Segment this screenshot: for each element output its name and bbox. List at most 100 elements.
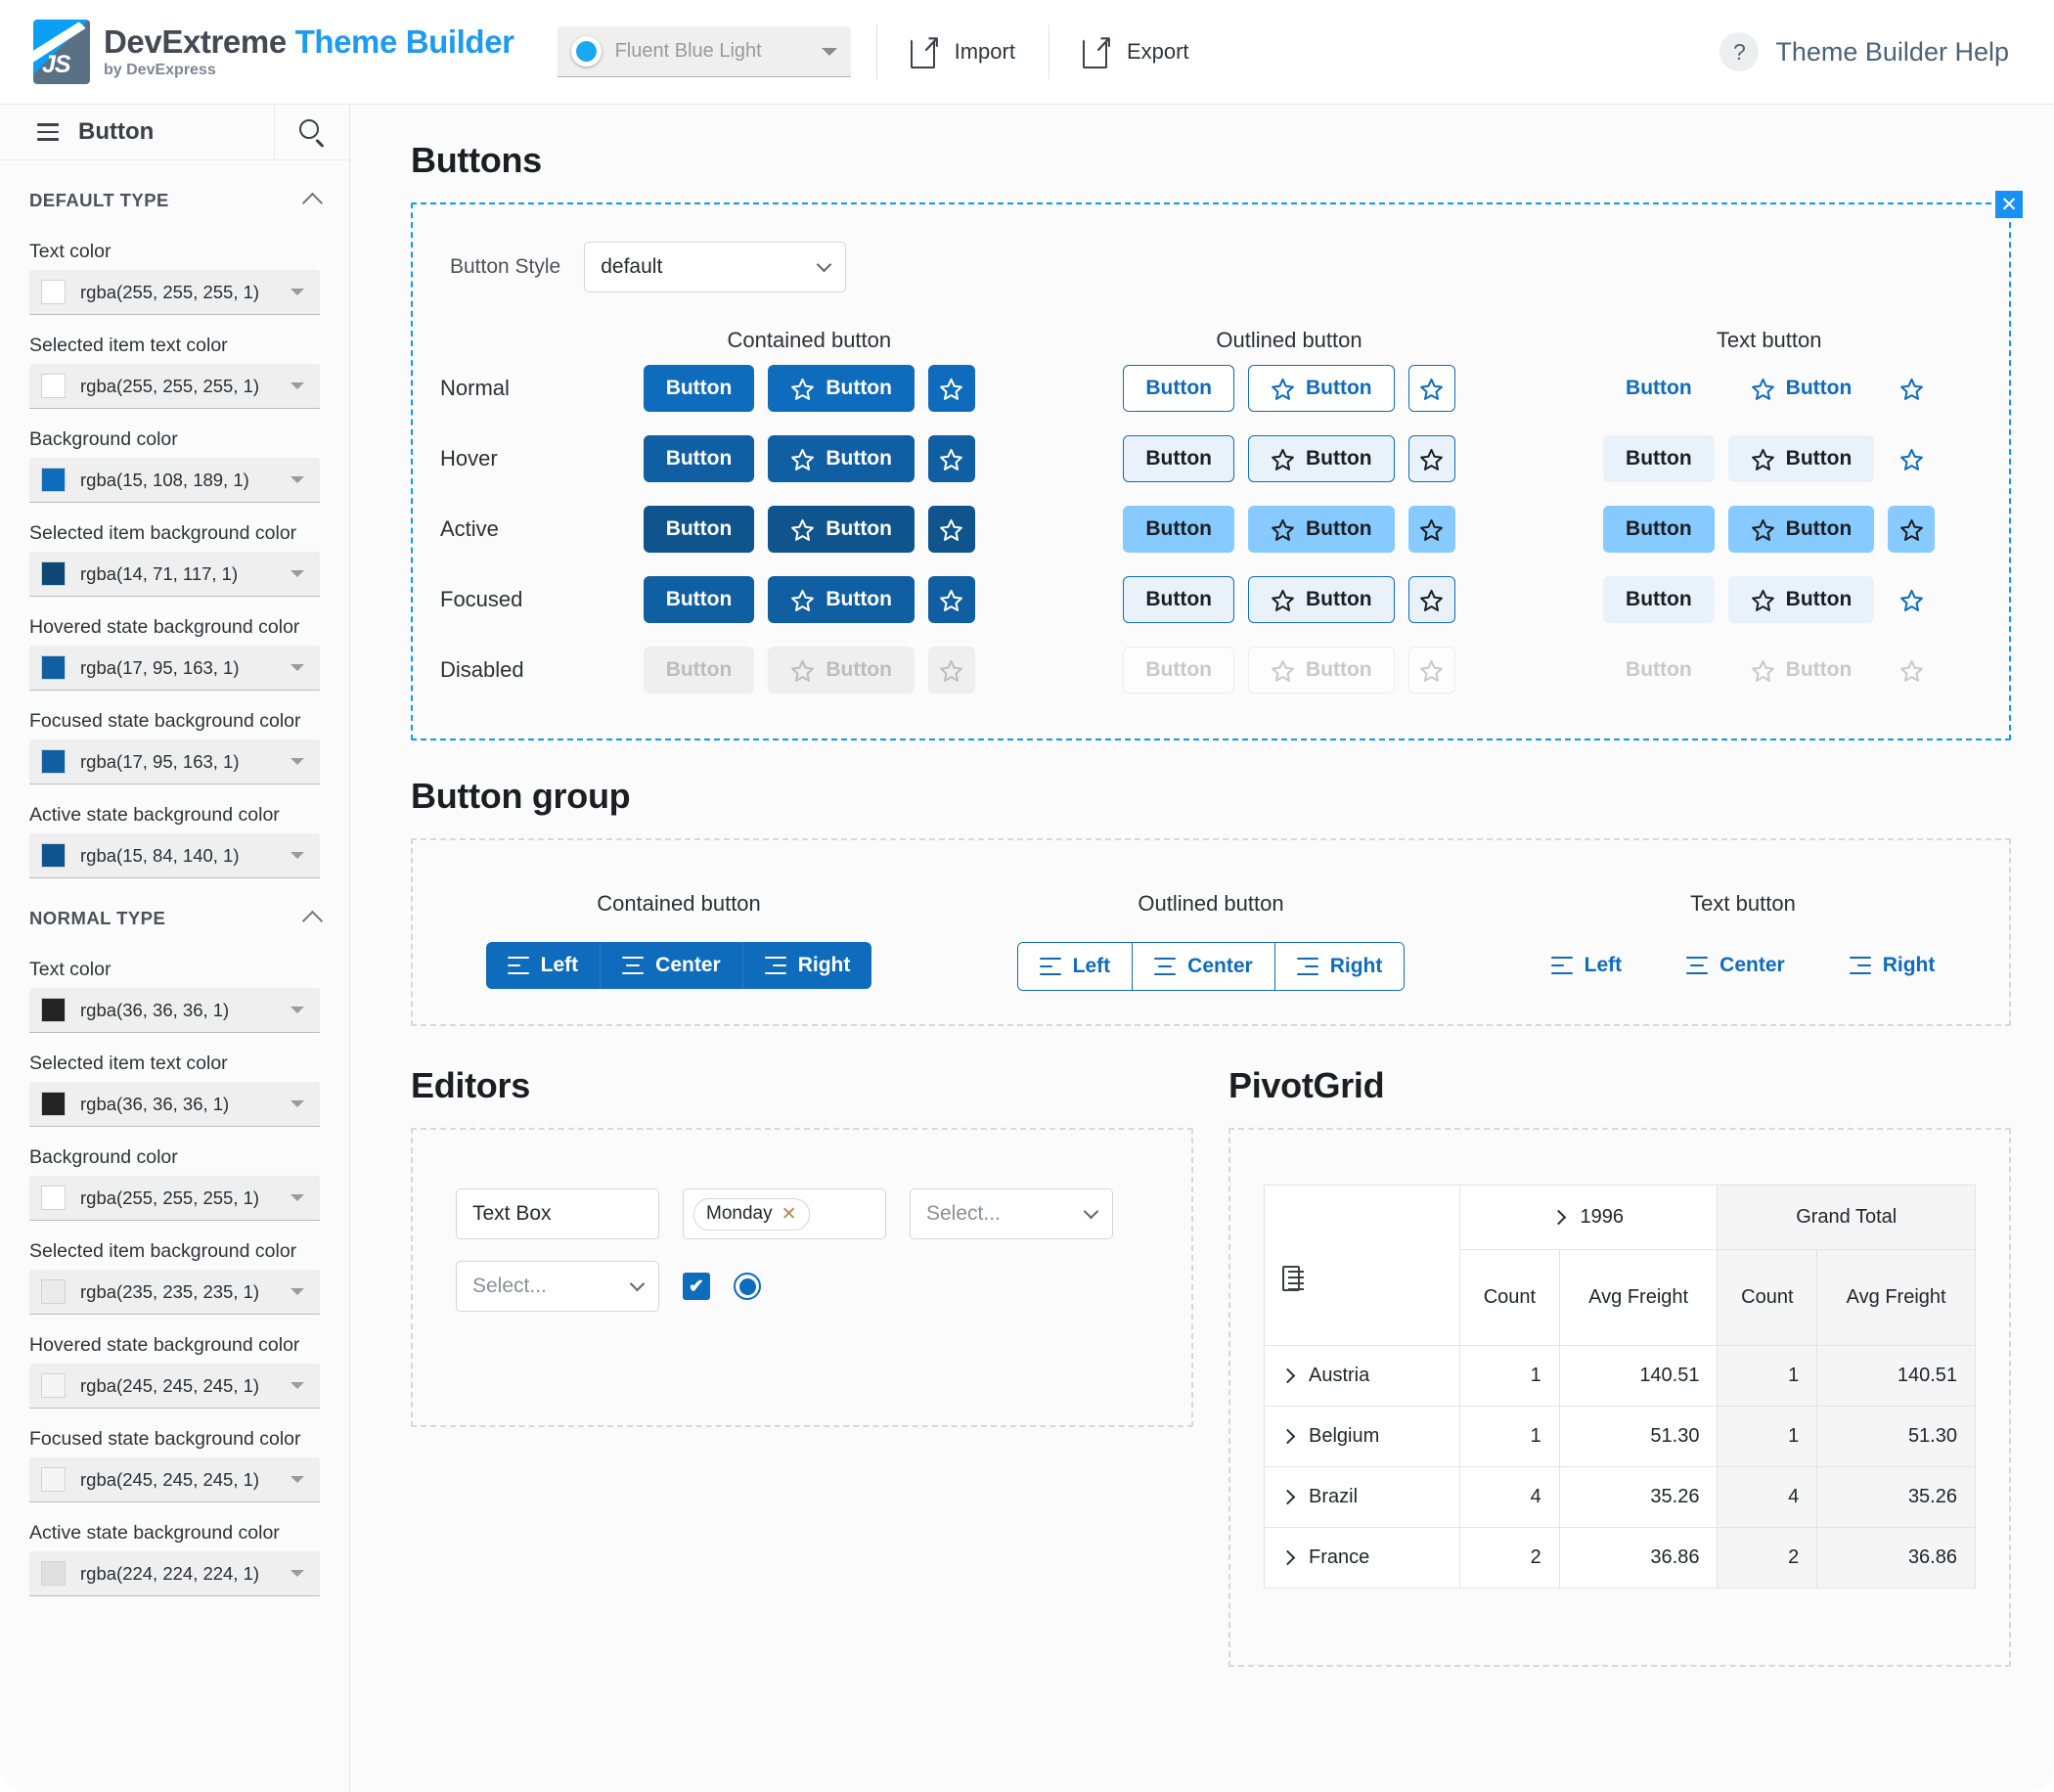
chevron-up-icon[interactable] <box>301 910 324 932</box>
color-input[interactable]: rgba(224, 224, 224, 1) <box>29 1551 320 1596</box>
theme-selector[interactable]: Fluent Blue Light <box>557 26 851 77</box>
contained-button-active[interactable]: Button <box>643 506 755 553</box>
color-input[interactable]: rgba(255, 255, 255, 1) <box>29 270 320 315</box>
close-icon[interactable]: ✕ <box>781 1205 797 1224</box>
outlined-button-normal[interactable]: Button <box>1123 365 1234 412</box>
button-style-select[interactable]: default <box>584 242 847 292</box>
contained-icononly-button-hover[interactable] <box>927 435 975 482</box>
color-input[interactable]: rgba(14, 71, 117, 1) <box>29 552 320 597</box>
contained-icon-button-hover[interactable]: Button <box>768 435 915 482</box>
pivot-row-header[interactable]: France <box>1264 1527 1460 1589</box>
outlined-icon-button-normal[interactable]: Button <box>1248 365 1395 412</box>
text-icononly-button-normal[interactable] <box>1888 365 1935 412</box>
chevron-down-icon[interactable] <box>290 382 304 389</box>
color-input[interactable]: rgba(17, 95, 163, 1) <box>29 739 320 784</box>
contained-icononly-button-normal[interactable] <box>927 365 975 412</box>
pivot-field-chooser-cell[interactable] <box>1264 1185 1460 1346</box>
text-button-normal[interactable]: Button <box>1603 365 1715 412</box>
sidebar-search-button[interactable] <box>275 105 349 159</box>
hamburger-menu-icon[interactable] <box>37 123 59 141</box>
radio-button[interactable] <box>734 1273 761 1300</box>
export-button[interactable]: Export <box>1075 35 1197 68</box>
chevron-down-icon[interactable] <box>290 570 304 577</box>
outlined-icon-button-hover[interactable]: Button <box>1248 435 1395 482</box>
chevron-down-icon[interactable] <box>290 1476 304 1483</box>
button-group-item-right[interactable]: Right <box>742 942 872 989</box>
outlined-icon-button-active[interactable]: Button <box>1248 506 1395 553</box>
contained-button-focused[interactable]: Button <box>643 576 755 623</box>
text-button-active[interactable]: Button <box>1603 506 1715 553</box>
sidebar-scroll-area[interactable]: DEFAULT TYPE Text color rgba(255, 255, 2… <box>0 160 349 1792</box>
button-group-item-left[interactable]: Left <box>1530 942 1644 989</box>
sidebar-component-selector[interactable]: Button <box>0 105 275 159</box>
chevron-down-icon[interactable] <box>290 289 304 295</box>
contained-icononly-button-focused[interactable] <box>927 576 975 623</box>
chevron-down-icon[interactable] <box>290 1288 304 1295</box>
sidebar-section-header-normal-type[interactable]: NORMAL TYPE <box>29 878 324 939</box>
help-icon[interactable]: ? <box>1719 32 1760 71</box>
color-input[interactable]: rgba(245, 245, 245, 1) <box>29 1364 320 1409</box>
outlined-button-active[interactable]: Button <box>1123 506 1234 553</box>
button-group-item-right[interactable]: Right <box>1828 942 1957 989</box>
select-box-1[interactable]: Select... <box>910 1188 1113 1239</box>
color-input[interactable]: rgba(36, 36, 36, 1) <box>29 988 320 1033</box>
button-group-item-center[interactable]: Center <box>601 942 743 989</box>
close-icon[interactable]: ✕ <box>1995 191 2023 218</box>
chevron-down-icon[interactable] <box>290 1007 304 1013</box>
contained-button-normal[interactable]: Button <box>643 365 755 412</box>
chevron-right-icon[interactable] <box>1279 1549 1296 1566</box>
chevron-right-icon[interactable] <box>1279 1489 1296 1505</box>
text-icon-button-normal[interactable]: Button <box>1728 365 1875 412</box>
contained-button-hover[interactable]: Button <box>643 435 755 482</box>
contained-icon-button-normal[interactable]: Button <box>768 365 915 412</box>
pivot-row-header[interactable]: Belgium <box>1264 1406 1460 1467</box>
color-input[interactable]: rgba(15, 108, 189, 1) <box>29 458 320 503</box>
import-button[interactable]: Import <box>903 35 1023 68</box>
text-icon-button-active[interactable]: Button <box>1727 506 1875 553</box>
outlined-icononly-button-active[interactable] <box>1407 506 1455 553</box>
chevron-up-icon[interactable] <box>301 192 324 214</box>
chevron-down-icon[interactable] <box>290 852 304 859</box>
chevron-down-icon[interactable] <box>290 1382 304 1389</box>
contained-icononly-button-active[interactable] <box>927 506 975 553</box>
text-button-hover[interactable]: Button <box>1603 435 1715 482</box>
outlined-icononly-button-hover[interactable] <box>1407 435 1455 482</box>
pivot-column-group-1996[interactable]: 1996 <box>1458 1185 1719 1250</box>
outlined-button-focused[interactable]: Button <box>1123 576 1234 623</box>
button-group-item-right[interactable]: Right <box>1274 943 1405 990</box>
color-input[interactable]: rgba(36, 36, 36, 1) <box>29 1082 320 1127</box>
contained-icon-button-active[interactable]: Button <box>768 506 915 553</box>
chevron-down-icon[interactable] <box>290 476 304 483</box>
text-box-input[interactable]: Text Box <box>456 1188 659 1239</box>
contained-icon-button-focused[interactable]: Button <box>768 576 915 623</box>
chevron-right-icon[interactable] <box>1279 1428 1296 1445</box>
outlined-icononly-button-normal[interactable] <box>1407 365 1455 412</box>
button-group-item-left[interactable]: Left <box>1017 943 1134 990</box>
text-icononly-button-active[interactable] <box>1888 506 1936 553</box>
chevron-right-icon[interactable] <box>1551 1209 1567 1226</box>
theme-builder-help-link[interactable]: Theme Builder Help <box>1775 37 2009 67</box>
chevron-down-icon[interactable] <box>290 758 304 765</box>
button-group-item-center[interactable]: Center <box>1133 943 1275 990</box>
color-input[interactable]: rgba(255, 255, 255, 1) <box>29 364 320 409</box>
sidebar-section-header-default-type[interactable]: DEFAULT TYPE <box>29 160 324 221</box>
button-group-item-left[interactable]: Left <box>485 942 602 989</box>
text-button-focused[interactable]: Button <box>1603 576 1715 623</box>
outlined-button-hover[interactable]: Button <box>1123 435 1234 482</box>
text-icononly-button-focused[interactable] <box>1888 576 1935 623</box>
chevron-down-icon[interactable] <box>290 664 304 671</box>
text-icon-button-hover[interactable]: Button <box>1727 435 1875 482</box>
text-icononly-button-hover[interactable] <box>1888 435 1935 482</box>
chevron-right-icon[interactable] <box>1279 1367 1296 1384</box>
color-input[interactable]: rgba(235, 235, 235, 1) <box>29 1270 320 1315</box>
color-input[interactable]: rgba(255, 255, 255, 1) <box>29 1176 320 1221</box>
button-group-item-center[interactable]: Center <box>1665 942 1807 989</box>
color-input[interactable]: rgba(15, 84, 140, 1) <box>29 833 320 878</box>
chevron-down-icon[interactable] <box>290 1194 304 1201</box>
tag-box-input[interactable]: Monday ✕ <box>683 1188 886 1239</box>
outlined-icononly-button-focused[interactable] <box>1407 576 1455 623</box>
pivot-row-header[interactable]: Brazil <box>1264 1466 1460 1528</box>
color-input[interactable]: rgba(17, 95, 163, 1) <box>29 646 320 691</box>
text-icon-button-focused[interactable]: Button <box>1727 576 1875 623</box>
checkbox[interactable]: ✔ <box>683 1273 710 1300</box>
